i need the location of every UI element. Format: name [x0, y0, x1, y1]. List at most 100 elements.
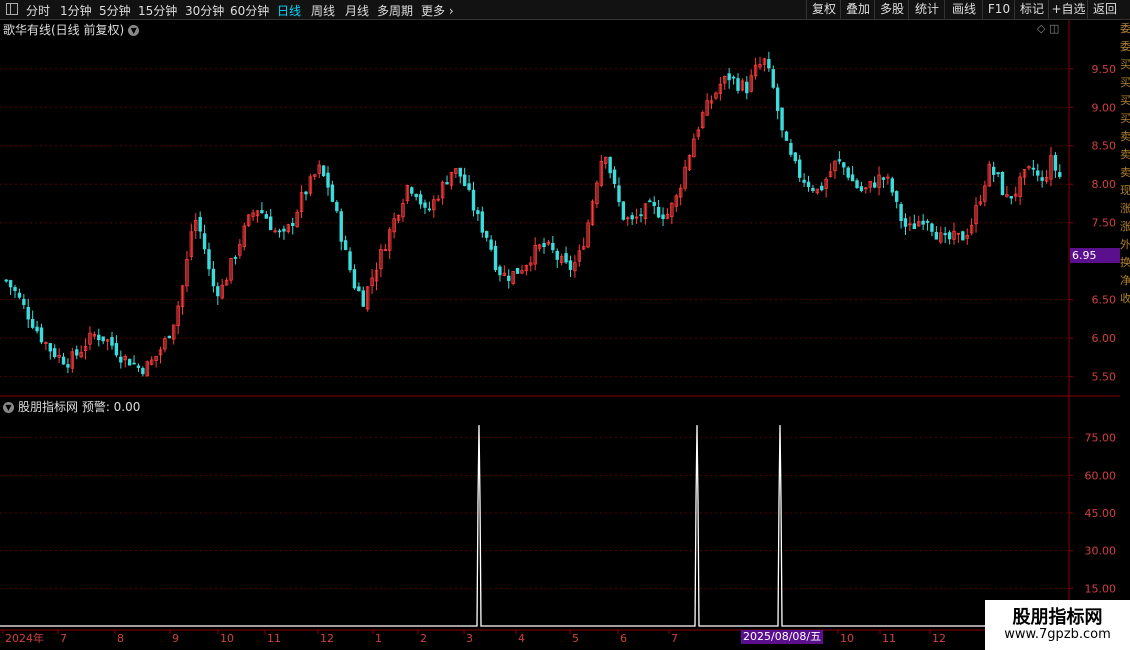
candle-body — [61, 356, 66, 365]
candle-body — [930, 223, 934, 232]
candle-body — [899, 204, 903, 221]
candle-body — [961, 231, 965, 241]
candle-body — [507, 275, 511, 281]
candle-body — [343, 240, 348, 251]
indicator-title: ▼ 股朋指标网 预警: 0.00 — [3, 398, 140, 415]
price-tick-label: 9.50 — [1092, 63, 1117, 76]
candle-body — [736, 78, 740, 91]
right-strip-item: 买 — [1120, 112, 1130, 125]
candle-body — [330, 184, 335, 202]
candle-body — [846, 167, 850, 178]
candle-body — [427, 208, 432, 211]
candle-body — [661, 214, 665, 219]
time-tick-label: 8 — [117, 632, 124, 645]
indicator-tick-label: 15.00 — [1085, 582, 1117, 595]
candle-body — [136, 365, 141, 368]
candle-body — [476, 210, 480, 215]
time-tick-label: 6 — [620, 632, 627, 645]
time-tick-label: 4 — [518, 632, 525, 645]
candle-body — [780, 107, 784, 131]
candle-body — [264, 214, 268, 219]
candle-body — [802, 179, 806, 183]
candle-body — [110, 336, 114, 346]
candle-body — [850, 174, 855, 182]
price-tick-label: 6.50 — [1092, 294, 1117, 307]
candle-body — [22, 298, 26, 305]
price-tick-label: 8.50 — [1092, 140, 1117, 153]
candle-body — [648, 200, 652, 203]
candle-body — [890, 178, 894, 193]
candle-body — [775, 87, 780, 111]
candle-body — [335, 201, 339, 212]
candle-body — [52, 348, 57, 358]
candle-body — [727, 73, 731, 81]
candle-body — [202, 233, 207, 250]
right-strip-item: 现 — [1120, 184, 1130, 197]
candle-body — [621, 201, 626, 220]
candle-body — [489, 239, 493, 250]
candle-body — [564, 253, 568, 263]
candle-body — [48, 343, 52, 352]
right-strip-item: 卖 — [1120, 130, 1130, 143]
candle-body — [820, 185, 824, 191]
candle-body — [167, 335, 172, 339]
candle-body — [921, 220, 925, 225]
candle-body — [996, 172, 1000, 175]
time-tick-label: 2 — [420, 632, 427, 645]
candle-body — [811, 187, 815, 191]
price-tick-label: 7.50 — [1092, 217, 1117, 230]
candle-body — [894, 191, 899, 202]
candle-body — [127, 358, 132, 366]
time-tick-label: 11 — [882, 632, 896, 645]
candle-body — [423, 202, 427, 208]
candle-body — [414, 193, 418, 198]
right-strip-item: 买 — [1120, 58, 1130, 71]
candle-body — [13, 287, 17, 291]
candle-body — [745, 81, 749, 94]
right-strip-item: 委 — [1120, 40, 1130, 53]
right-strip-item: 换 — [1120, 256, 1130, 269]
candle-body — [1053, 155, 1058, 171]
candle-body — [467, 183, 471, 190]
candle-body — [542, 242, 546, 248]
candle-body — [903, 218, 908, 227]
candle-body — [207, 249, 211, 270]
candle-body — [462, 174, 467, 186]
candle-body — [97, 334, 101, 341]
indicator-tick-label: 60.00 — [1085, 469, 1117, 482]
candle-body — [925, 220, 930, 223]
indicator-line — [0, 425, 1069, 627]
candle-body — [806, 181, 811, 188]
right-side-strip: 委委买买买买卖卖卖现涨涨外换净收 — [1120, 20, 1130, 650]
candle-body — [881, 177, 886, 180]
right-strip-item: 涨 — [1120, 202, 1130, 215]
candle-body — [639, 214, 643, 217]
candle-body — [855, 180, 859, 188]
candle-body — [445, 182, 449, 185]
candle-body — [282, 228, 286, 232]
chevron-down-icon[interactable]: ▼ — [3, 402, 14, 413]
watermark-url: www.7gpzb.com — [1004, 627, 1111, 642]
time-tick-label: 7 — [60, 632, 67, 645]
indicator-tick-label: 75.00 — [1085, 432, 1117, 445]
right-strip-item: 外 — [1120, 238, 1130, 251]
time-tick-label: 7 — [671, 632, 678, 645]
candle-body — [630, 215, 634, 220]
candle-body — [842, 162, 846, 168]
price-tick-label: 8.00 — [1092, 178, 1117, 191]
candle-body — [277, 230, 282, 233]
candle-body — [480, 211, 485, 233]
candle-body — [326, 172, 330, 188]
candle-body — [793, 152, 797, 162]
right-strip-item: 买 — [1120, 94, 1130, 107]
candle-body — [361, 290, 365, 307]
candle-body — [943, 233, 947, 236]
candle-body — [551, 242, 555, 251]
candle-body — [39, 327, 44, 343]
right-strip-item: 涨 — [1120, 220, 1130, 233]
time-tick-label: 5 — [572, 632, 579, 645]
candle-body — [515, 267, 520, 274]
candle-body — [66, 364, 70, 368]
time-tick-label: 1 — [375, 632, 382, 645]
candle-body — [485, 231, 489, 238]
